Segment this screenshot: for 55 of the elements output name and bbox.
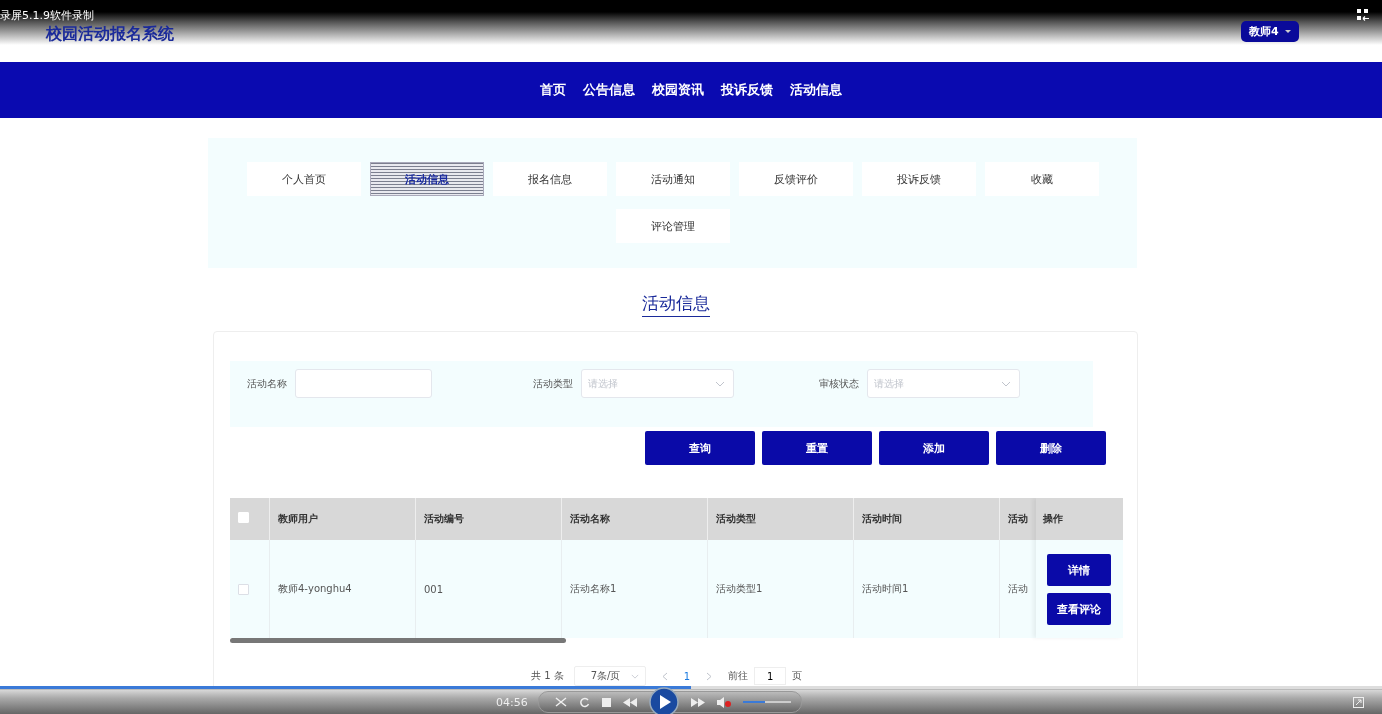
mute-icon[interactable] [717,696,731,708]
progress-track[interactable] [0,686,1382,690]
tab[interactable]: 反馈评价 [738,162,853,196]
field-label: 审核状态 [819,376,859,391]
action-button[interactable]: 添加 [879,431,989,465]
scrollbar-thumb[interactable] [230,638,566,643]
table-cell: 活动时间1 [854,540,1000,638]
action-button[interactable]: 重置 [762,431,872,465]
tab[interactable]: 个人首页 [246,162,361,196]
user-menu-button[interactable]: 教师4 [1241,21,1299,42]
chevron-down-icon [715,380,725,387]
chevron-down-icon [630,673,639,679]
nav-link[interactable]: 校园资讯 [652,81,704,99]
chevron-down-icon [1001,380,1011,387]
nav-link[interactable]: 公告信息 [583,81,635,99]
rewind-icon[interactable] [623,697,637,707]
page-size-select[interactable]: 7条/页 [573,666,646,686]
nav-link[interactable]: 首页 [540,81,566,99]
expand-icon[interactable] [1353,696,1364,708]
tab[interactable]: 投诉反馈 [861,162,976,196]
section-title: 活动信息 [642,292,710,317]
recorder-caption: 录屏5.1.9软件录制 [0,8,94,23]
column-header: 操作 [1036,498,1123,540]
field-label: 活动名称 [247,376,287,391]
playback-time: 04:56 [496,695,529,709]
table-cell: 活动类型1 [708,540,854,638]
nav-link[interactable]: 投诉反馈 [721,81,773,99]
table-cell: 活动名称1 [562,540,708,638]
tab[interactable]: 收藏 [984,162,1099,196]
tab[interactable]: 报名信息 [492,162,607,196]
tab[interactable]: 活动通知 [615,162,730,196]
page-number[interactable]: 1 [683,670,691,682]
previous-page-icon[interactable] [661,671,668,681]
field-label: 活动类型 [533,376,573,391]
action-button[interactable]: 删除 [996,431,1106,465]
fast-forward-icon[interactable] [691,697,705,707]
row-checkbox[interactable] [238,583,249,595]
stop-icon[interactable] [602,697,611,707]
row-action-button[interactable]: 查看评论 [1047,593,1111,625]
play-icon[interactable] [649,687,679,714]
page-suffix: 页 [792,669,803,683]
fullscreen-icon[interactable] [1357,9,1369,21]
caret-icon [1284,30,1291,33]
next-page-icon[interactable] [706,671,713,681]
row-action-button[interactable]: 详情 [1047,554,1111,586]
text-field[interactable] [295,369,432,398]
action-button[interactable]: 查询 [645,431,755,465]
nav-link[interactable]: 活动信息 [790,81,842,99]
goto-label: 前往 [728,669,749,683]
select-all-checkbox[interactable] [238,512,249,523]
tab[interactable]: 活动信息 [369,162,484,196]
page-jump-field[interactable]: 1 [754,667,787,685]
total-count: 共 1 条 [531,669,564,683]
site-title: 校园活动报名系统 [46,24,174,45]
tab[interactable]: 评论管理 [615,209,730,243]
